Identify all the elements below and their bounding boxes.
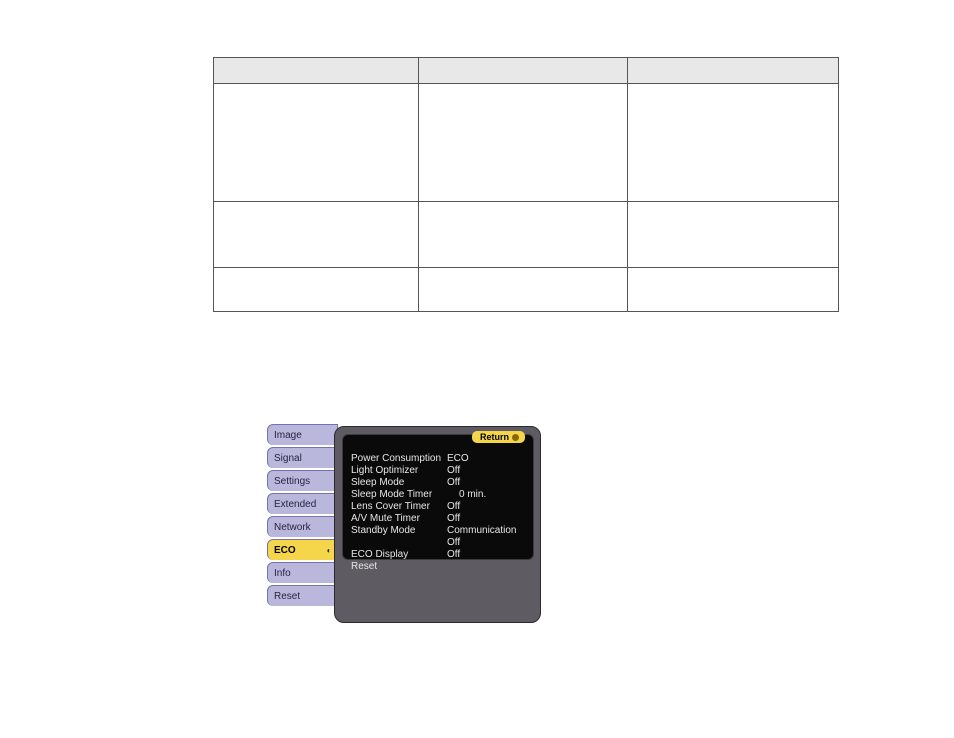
osd-item-label: Sleep Mode xyxy=(351,477,447,489)
sidebar-item-label: Signal xyxy=(274,453,302,464)
osd-item-label: Reset xyxy=(351,561,447,573)
table-row xyxy=(214,202,839,268)
table-row xyxy=(214,84,839,202)
sidebar-item-reset[interactable]: Reset xyxy=(267,585,338,606)
sidebar-item-eco[interactable]: ECO ◐ xyxy=(267,539,338,560)
osd-item-light-optimizer[interactable]: Light Optimizer Off xyxy=(351,465,525,477)
osd-item-value: Off xyxy=(447,549,525,561)
osd-item-label: Lens Cover Timer xyxy=(351,501,447,513)
sidebar-item-network[interactable]: Network xyxy=(267,516,338,537)
osd-item-lens-cover-timer[interactable]: Lens Cover Timer Off xyxy=(351,501,525,513)
sidebar-item-label: Info xyxy=(274,568,291,579)
osd-item-av-mute-timer[interactable]: A/V Mute Timer Off xyxy=(351,513,525,525)
sidebar-item-info[interactable]: Info xyxy=(267,562,338,583)
sidebar-item-settings[interactable]: Settings xyxy=(267,470,338,491)
osd-item-label: A/V Mute Timer xyxy=(351,513,447,525)
osd-item-sleep-mode[interactable]: Sleep Mode Off xyxy=(351,477,525,489)
osd-item-value: Communication Off xyxy=(447,525,525,549)
osd-item-label: Light Optimizer xyxy=(351,465,447,477)
sidebar-item-label: Reset xyxy=(274,591,300,602)
osd-item-standby-mode[interactable]: Standby Mode Communication Off xyxy=(351,525,525,549)
return-button-label: Return xyxy=(480,432,509,442)
sidebar-item-label: ECO xyxy=(274,545,296,556)
osd-item-power-consumption[interactable]: Power Consumption ECO xyxy=(351,453,525,465)
settings-table xyxy=(213,57,839,312)
sidebar-item-label: Image xyxy=(274,430,302,441)
osd-item-sleep-mode-timer[interactable]: Sleep Mode Timer 0 min. xyxy=(351,489,525,501)
osd-item-label: ECO Display xyxy=(351,549,447,561)
osd-menu: Image Signal Settings Extended Network E… xyxy=(267,424,543,626)
sidebar-item-image[interactable]: Image xyxy=(267,424,338,445)
osd-item-label: Standby Mode xyxy=(351,525,447,549)
osd-item-label: Sleep Mode Timer xyxy=(351,489,447,501)
osd-item-label: Power Consumption xyxy=(351,453,447,465)
sidebar-item-label: Settings xyxy=(274,476,310,487)
return-button[interactable]: Return xyxy=(472,431,525,443)
osd-item-value: ECO xyxy=(447,453,525,465)
osd-item-eco-display[interactable]: ECO Display Off xyxy=(351,549,525,561)
osd-item-value xyxy=(447,561,525,573)
table-header xyxy=(418,58,628,84)
sidebar-item-label: Network xyxy=(274,522,311,533)
osd-sidebar: Image Signal Settings Extended Network E… xyxy=(267,424,336,608)
osd-panel: Return Power Consumption ECO Light Optim… xyxy=(334,426,541,623)
osd-settings-box: Return Power Consumption ECO Light Optim… xyxy=(342,434,534,560)
table-header xyxy=(214,58,419,84)
sidebar-item-signal[interactable]: Signal xyxy=(267,447,338,468)
osd-item-value: Off xyxy=(447,477,525,489)
sidebar-item-extended[interactable]: Extended xyxy=(267,493,338,514)
osd-item-value: 0 min. xyxy=(447,489,525,501)
osd-item-reset[interactable]: Reset xyxy=(351,561,525,573)
table-header xyxy=(628,58,839,84)
osd-item-value: Off xyxy=(447,513,525,525)
osd-item-value: Off xyxy=(447,501,525,513)
table-row xyxy=(214,268,839,312)
selection-indicator-icon: ◐ xyxy=(325,546,333,554)
osd-settings-list: Power Consumption ECO Light Optimizer Of… xyxy=(351,453,525,573)
sidebar-item-label: Extended xyxy=(274,499,316,510)
osd-item-value: Off xyxy=(447,465,525,477)
return-indicator-icon xyxy=(512,434,519,441)
